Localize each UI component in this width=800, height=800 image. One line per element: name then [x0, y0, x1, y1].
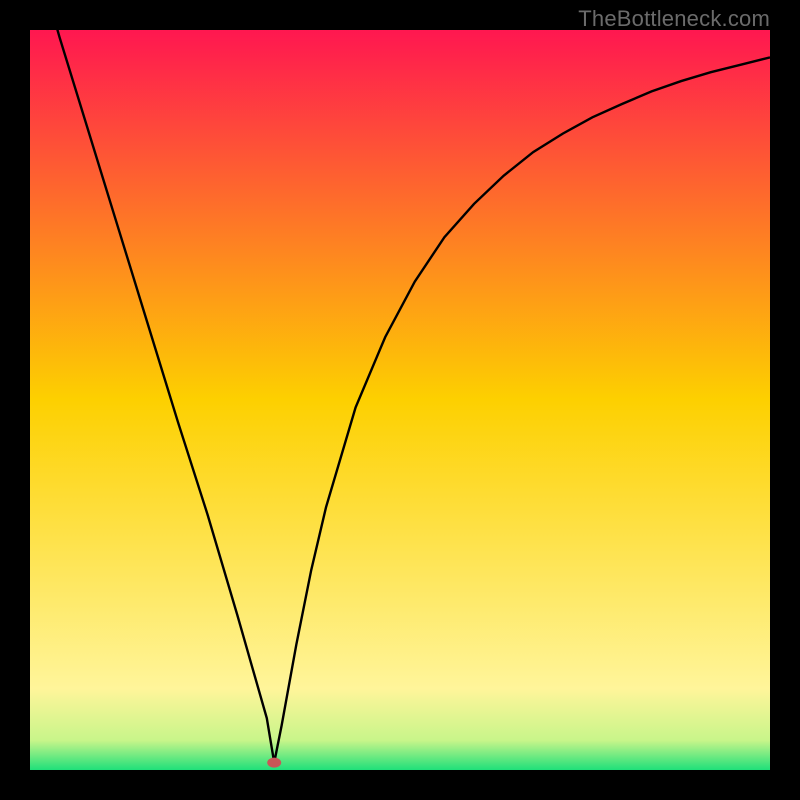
- chart-frame: TheBottleneck.com: [0, 0, 800, 800]
- plot-area: [30, 30, 770, 770]
- watermark-text: TheBottleneck.com: [578, 6, 770, 32]
- optimum-marker: [267, 758, 281, 768]
- gradient-background: [30, 30, 770, 770]
- chart-svg: [30, 30, 770, 770]
